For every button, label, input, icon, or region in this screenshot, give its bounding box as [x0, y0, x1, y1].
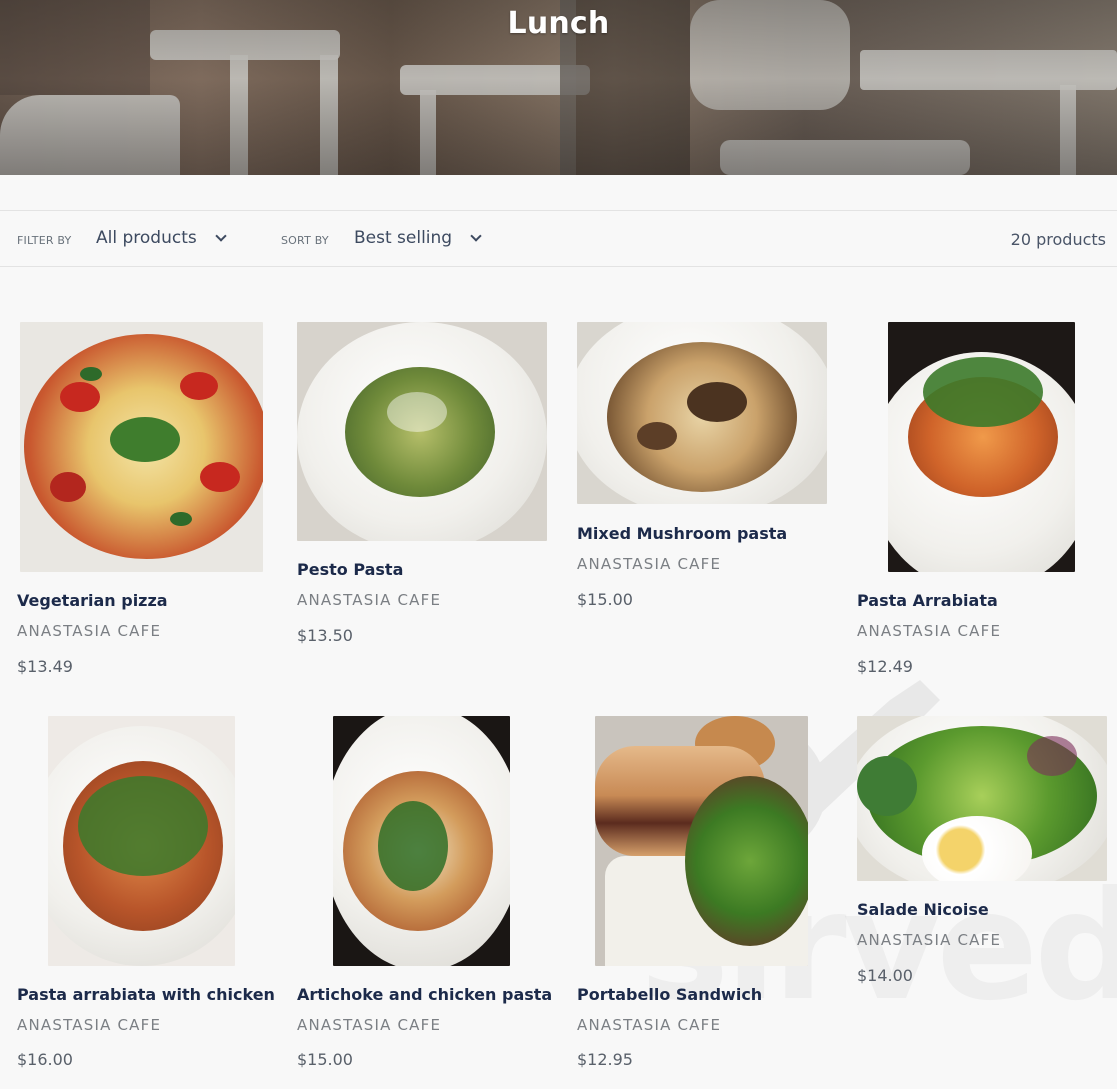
product-title[interactable]: Portabello Sandwich [577, 985, 762, 1004]
product-image-pasta-arrabiata-with-chicken[interactable] [48, 716, 235, 966]
product-vendor: ANASTASIA CAFE [857, 931, 1002, 949]
product-title[interactable]: Artichoke and chicken pasta [297, 985, 552, 1004]
product-price: $13.50 [297, 626, 353, 645]
product-title[interactable]: Pasta arrabiata with chicken [17, 985, 275, 1004]
chevron-down-icon [470, 229, 482, 242]
filter-select-value: All products [96, 228, 197, 248]
product-price: $14.00 [857, 966, 913, 985]
product-title[interactable]: Pasta Arrabiata [857, 591, 998, 610]
product-vendor: ANASTASIA CAFE [17, 622, 162, 640]
product-price: $16.00 [17, 1050, 73, 1069]
product-image-mixed-mushroom-pasta[interactable] [577, 322, 827, 504]
product-image-pesto-pasta[interactable] [297, 322, 547, 541]
product-title[interactable]: Mixed Mushroom pasta [577, 524, 787, 543]
product-image-pasta-arrabiata[interactable] [888, 322, 1075, 572]
collection-toolbar: FILTER BY All products SORT BY Best sell… [0, 210, 1117, 267]
product-price: $12.95 [577, 1050, 633, 1069]
product-price: $15.00 [577, 590, 633, 609]
filter-select[interactable]: All products [96, 228, 227, 248]
sort-select[interactable]: Best selling [354, 228, 482, 248]
product-image-portabello-sandwich[interactable] [595, 716, 808, 966]
product-title[interactable]: Pesto Pasta [297, 560, 403, 579]
filter-by-label: FILTER BY [17, 234, 72, 247]
product-title[interactable]: Salade Nicoise [857, 900, 989, 919]
product-price: $15.00 [297, 1050, 353, 1069]
sort-by-label: SORT BY [281, 234, 329, 247]
collection-title: Lunch [507, 6, 610, 41]
product-vendor: ANASTASIA CAFE [857, 622, 1002, 640]
product-vendor: ANASTASIA CAFE [577, 1016, 722, 1034]
product-image-salade-nicoise[interactable] [857, 716, 1107, 881]
sort-select-value: Best selling [354, 228, 453, 248]
product-vendor: ANASTASIA CAFE [17, 1016, 162, 1034]
product-image-artichoke-and-chicken-pasta[interactable] [333, 716, 510, 966]
product-count: 20 products [1010, 230, 1106, 249]
product-vendor: ANASTASIA CAFE [297, 591, 442, 609]
product-vendor: ANASTASIA CAFE [297, 1016, 442, 1034]
product-vendor: ANASTASIA CAFE [577, 555, 722, 573]
chevron-down-icon [215, 229, 227, 242]
product-image-vegetarian-pizza[interactable] [20, 322, 263, 572]
product-price: $13.49 [17, 657, 73, 676]
product-price: $12.49 [857, 657, 913, 676]
collection-hero-banner: Lunch [0, 0, 1117, 175]
product-title[interactable]: Vegetarian pizza [17, 591, 168, 610]
